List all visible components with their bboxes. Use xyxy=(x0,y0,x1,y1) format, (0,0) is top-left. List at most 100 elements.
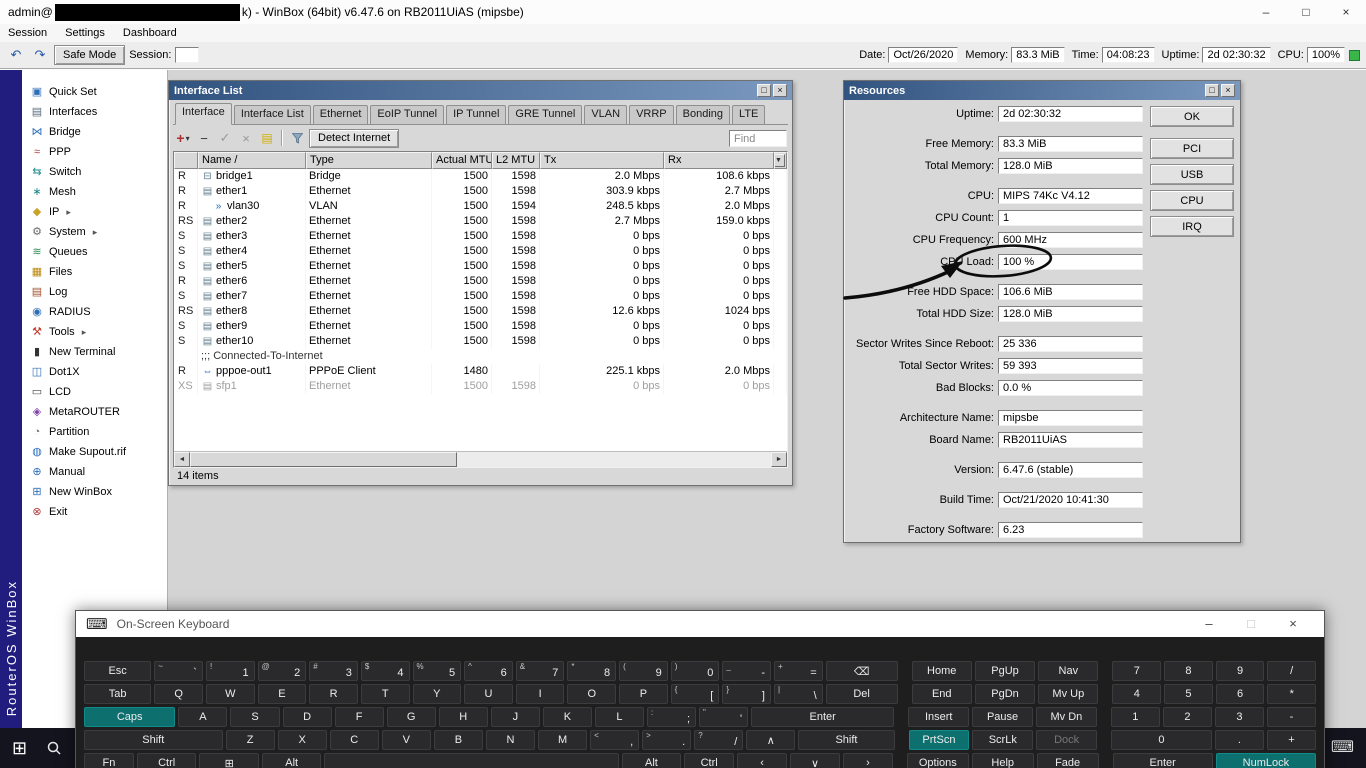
table-row[interactable]: S ▤ ether5 Ethernet 1500 1598 0 bps 0 bps xyxy=(174,259,787,274)
key-mv-up[interactable]: Mv Up xyxy=(1038,684,1099,704)
key-pgup[interactable]: PgUp xyxy=(974,661,1036,681)
tab-eoip-tunnel[interactable]: EoIP Tunnel xyxy=(370,105,445,124)
table-row[interactable]: R ▤ ether6 Ethernet 1500 1598 0 bps 0 bps xyxy=(174,274,787,289)
sidebar-item-metarouter[interactable]: ◈ MetaROUTER xyxy=(22,402,167,422)
key-n[interactable]: N xyxy=(485,730,535,750)
key-pgdn[interactable]: PgDn xyxy=(974,684,1036,704)
menu-settings[interactable]: Settings xyxy=(65,27,105,39)
sidebar-item-system[interactable]: ⚙ System ▸ xyxy=(22,222,167,242)
menu-dashboard[interactable]: Dashboard xyxy=(123,27,177,39)
undo-button[interactable]: ↶ xyxy=(6,46,26,64)
key-fade[interactable]: Fade xyxy=(1036,753,1099,768)
sidebar-item-exit[interactable]: ⊗ Exit xyxy=(22,502,167,522)
key-1[interactable]: ! 1 xyxy=(205,661,255,681)
sidebar-item-interfaces[interactable]: ▤ Interfaces xyxy=(22,102,167,122)
table-row[interactable]: R» vlan30 VLAN 1500 1594 248.5 kbps 2.0 Mbps xyxy=(174,199,787,214)
table-row[interactable]: R ⊟ bridge1 Bridge 1500 1598 2.0 Mbps 108.6 kbp… xyxy=(174,169,787,184)
key-g[interactable]: G xyxy=(386,707,436,727)
key-m[interactable]: M xyxy=(537,730,588,750)
menu-session[interactable]: Session xyxy=(8,27,47,39)
column-header-type[interactable]: Type xyxy=(306,152,432,169)
key-help[interactable]: Help xyxy=(971,753,1034,768)
key-numpad-6[interactable]: 6 xyxy=(1215,684,1265,704)
key-numpad-9[interactable]: 9 xyxy=(1215,661,1265,681)
key-r[interactable]: R xyxy=(309,684,358,704)
key-bracket-close[interactable]: }] xyxy=(722,684,771,704)
key-caps[interactable]: Caps xyxy=(84,707,176,727)
scroll-left-icon[interactable]: ◄ xyxy=(174,452,190,467)
sidebar-item-manual[interactable]: ⊕ Manual xyxy=(22,462,167,482)
key-4[interactable]: $4 xyxy=(360,661,410,681)
key-s[interactable]: S xyxy=(230,707,280,727)
tab-vrrp[interactable]: VRRP xyxy=(629,105,674,124)
key-alt[interactable]: Alt xyxy=(621,753,682,768)
tab-ip-tunnel[interactable]: IP Tunnel xyxy=(446,105,507,124)
key-2[interactable]: @2 xyxy=(257,661,307,681)
column-header-name[interactable]: Name / xyxy=(198,152,306,169)
safe-mode-button[interactable]: Safe Mode xyxy=(54,45,126,65)
key-6[interactable]: ^ 6 xyxy=(464,661,513,681)
interface-close-icon[interactable]: × xyxy=(773,84,787,97)
resources-usb-button[interactable]: USB xyxy=(1150,164,1234,185)
key-numpad-2[interactable]: 2 xyxy=(1162,707,1212,727)
sidebar-item-partition[interactable]: ◔ Partition xyxy=(22,422,167,442)
key-dock[interactable]: Dock xyxy=(1036,730,1098,750)
column-header-rx[interactable]: Rx xyxy=(664,152,774,169)
key-ctrl[interactable]: Ctrl xyxy=(136,753,197,768)
key-numpad-5[interactable]: 5 xyxy=(1164,684,1213,704)
key-pause[interactable]: Pause xyxy=(972,707,1033,727)
table-row[interactable]: R ▤ ether1 Ethernet 1500 1598 303.9 kbps 2.7 Mb… xyxy=(174,184,787,199)
osk-titlebar[interactable]: ⌨ On-Screen Keyboard – □ × xyxy=(76,611,1324,637)
key-period[interactable]: >. xyxy=(642,730,692,750)
key-d[interactable]: D xyxy=(282,707,332,727)
sidebar-item-new-terminal[interactable]: ▮ New Terminal xyxy=(22,342,167,362)
key-options[interactable]: Options xyxy=(906,753,969,768)
key-i[interactable]: I xyxy=(515,684,565,704)
redo-button[interactable]: ↷ xyxy=(30,46,50,64)
comment-button[interactable]: ▤ xyxy=(258,129,276,147)
remove-button[interactable]: − xyxy=(195,129,213,147)
tab-vlan[interactable]: VLAN xyxy=(584,105,628,124)
scroll-thumb[interactable] xyxy=(190,452,458,467)
enable-button[interactable]: ✓ xyxy=(216,129,234,147)
tab-gre-tunnel[interactable]: GRE Tunnel xyxy=(508,105,583,124)
key-t[interactable]: T xyxy=(360,684,410,704)
sidebar-item-bridge[interactable]: ⋈ Bridge xyxy=(22,122,167,142)
interface-list-titlebar[interactable]: Interface List □ × xyxy=(169,81,792,100)
table-row[interactable]: R ⇔ pppoe-out1 PPPoE Client 1480 225.1 kbps 2.… xyxy=(174,364,787,379)
key-arrow-down[interactable]: ∨ xyxy=(790,753,840,768)
resources-pci-button[interactable]: PCI xyxy=(1150,138,1234,159)
key-enter[interactable]: Enter xyxy=(751,707,895,727)
scroll-track[interactable] xyxy=(190,452,771,467)
search-icon[interactable] xyxy=(46,740,62,759)
key-nav[interactable]: Nav xyxy=(1038,661,1099,681)
sidebar-item-ip[interactable]: ◆ IP ▸ xyxy=(22,202,167,222)
detect-internet-button[interactable]: Detect Internet xyxy=(309,128,400,148)
key-end[interactable]: End xyxy=(911,684,972,704)
resources-ok-button[interactable]: OK xyxy=(1150,106,1234,127)
key-7[interactable]: & 7 xyxy=(515,661,565,681)
osk-minimize-button[interactable]: – xyxy=(1188,611,1230,637)
interface-restore-icon[interactable]: □ xyxy=(757,84,771,97)
key-f[interactable]: F xyxy=(334,707,384,727)
column-header-actual-mtu[interactable]: Actual MTU xyxy=(432,152,492,169)
key-c[interactable]: C xyxy=(329,730,379,750)
key-numpad-plus[interactable]: + xyxy=(1266,730,1317,750)
key-win[interactable]: ⊞ xyxy=(199,753,259,768)
key-minus[interactable]: _ - xyxy=(722,661,771,681)
key-comma[interactable]: <, xyxy=(590,730,640,750)
table-row[interactable]: S ▤ ether9 Ethernet 1500 1598 0 bps 0 bps xyxy=(174,319,787,334)
tab-interface[interactable]: Interface xyxy=(175,103,232,125)
table-row[interactable]: RS ▤ ether2 Ethernet 1500 1598 2.7 Mbps 159.0 k… xyxy=(174,214,787,229)
key-alt[interactable]: Alt xyxy=(261,753,322,768)
column-select-icon[interactable]: ▼ xyxy=(775,154,785,167)
start-button[interactable]: ⊞ xyxy=(12,728,27,768)
sidebar-item-switch[interactable]: ⇆ Switch xyxy=(22,162,167,182)
sidebar-item-make-supout-rif[interactable]: ◍ Make Supout.rif xyxy=(22,442,167,462)
resources-titlebar[interactable]: Resources □ × xyxy=(844,81,1240,100)
key-fn[interactable]: Fn xyxy=(84,753,134,768)
sidebar-item-log[interactable]: ▤ Log xyxy=(22,282,167,302)
resources-restore-icon[interactable]: □ xyxy=(1205,84,1219,97)
sidebar-item-queues[interactable]: ≋ Queues xyxy=(22,242,167,262)
column-header-tx[interactable]: Tx xyxy=(540,152,664,169)
